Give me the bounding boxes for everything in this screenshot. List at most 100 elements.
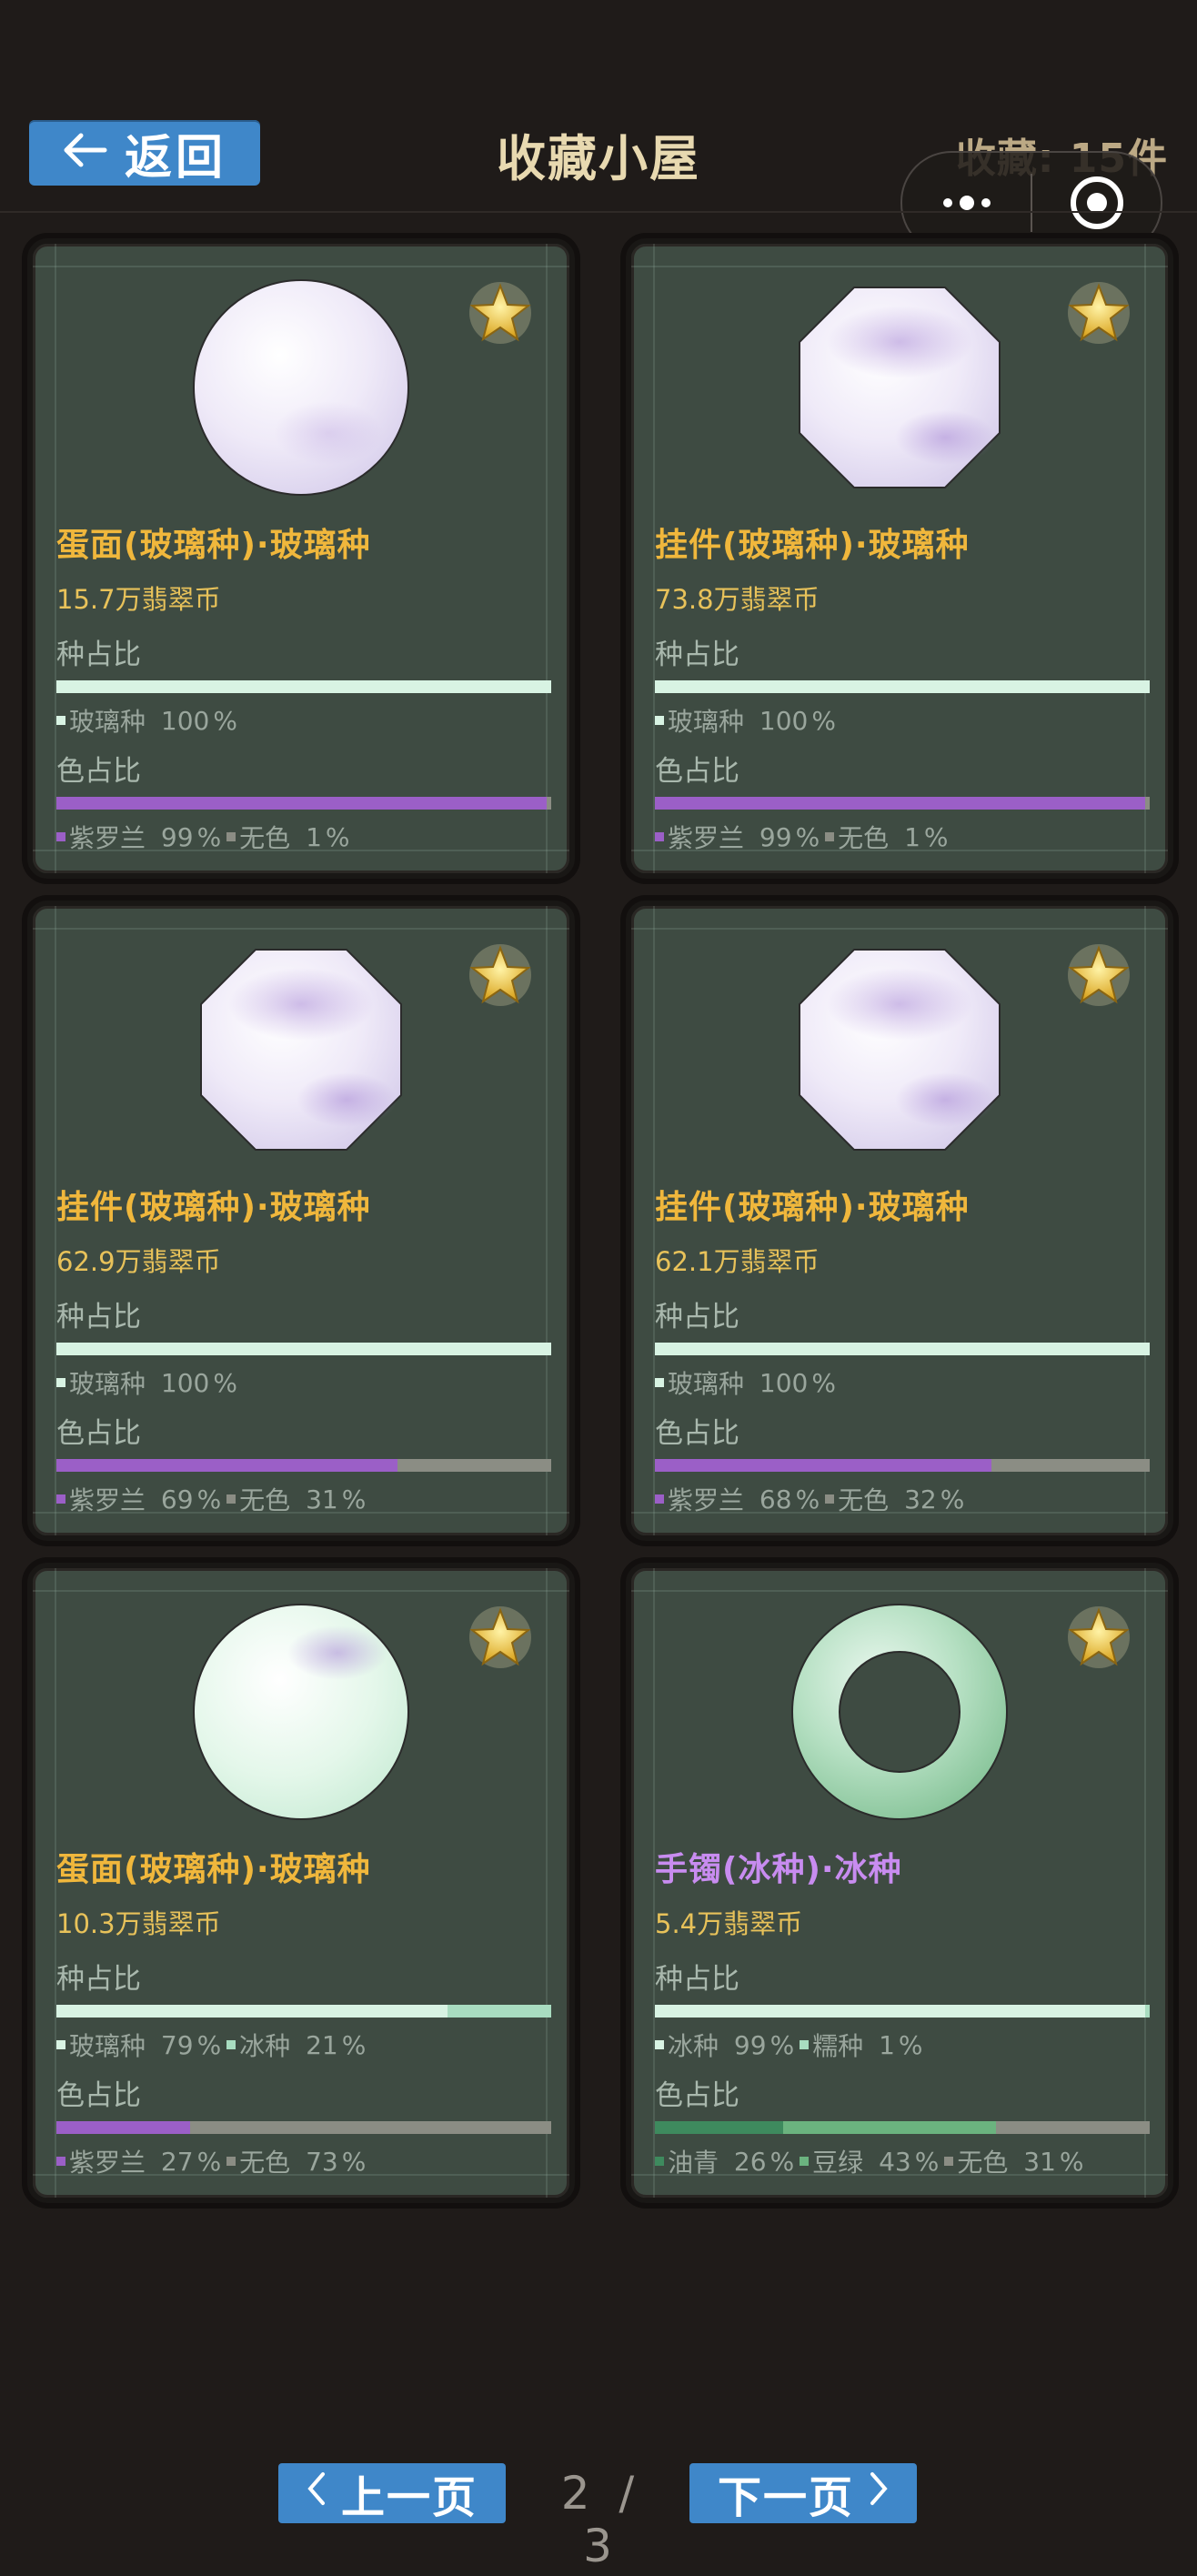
item-price: 15.7万翡翠币 — [56, 584, 221, 615]
seed-legend-item: 玻璃种 100% — [56, 702, 237, 739]
color-bar-segment — [783, 2121, 997, 2134]
seed-ratio-bar — [655, 1343, 1150, 1355]
color-ratio-label: 色占比 — [56, 1417, 141, 1450]
card-guide-line — [33, 928, 569, 930]
seed-bar-segment — [56, 1343, 551, 1355]
color-bar-segment — [56, 2121, 190, 2134]
legend-swatch — [825, 1494, 835, 1504]
color-legend-item: 油青 26% — [655, 2143, 794, 2179]
seed-ratio-bar — [655, 680, 1150, 693]
item-name: 挂件(玻璃种)·玻璃种 — [56, 1189, 371, 1226]
color-legend-label: 无色 — [838, 1485, 890, 1515]
color-legend-pct: 73 — [306, 2146, 338, 2177]
star-icon[interactable] — [468, 1605, 533, 1670]
color-legend-label: 紫罗兰 — [69, 2148, 146, 2178]
seed-legend: 玻璃种 100% — [655, 1364, 836, 1401]
collection-card[interactable]: 蛋面(玻璃种)·玻璃种 15.7万翡翠币 种占比 玻璃种 100% 色占比 紫罗兰 99%… — [27, 238, 575, 879]
seed-ratio-label: 种占比 — [655, 639, 739, 671]
color-legend-label: 无色 — [239, 1485, 291, 1515]
collection-card[interactable]: 挂件(玻璃种)·玻璃种 62.1万翡翠币 种占比 玻璃种 100% 色占比 紫罗兰 68%… — [626, 901, 1173, 1541]
color-legend-pct: 26 — [733, 2146, 767, 2177]
seed-bar-segment — [655, 1343, 1150, 1355]
color-bar-segment — [996, 2121, 1150, 2134]
seed-bar-segment — [56, 2005, 448, 2018]
star-icon[interactable] — [468, 942, 533, 1008]
color-legend-item: 紫罗兰 99% — [56, 819, 221, 855]
seed-legend-pct: 100 — [759, 1367, 809, 1398]
color-ratio-bar — [56, 797, 551, 810]
color-legend-item: 无色 73% — [226, 2143, 366, 2179]
color-legend-item: 无色 32% — [825, 1481, 964, 1517]
star-icon[interactable] — [1066, 1605, 1132, 1670]
seed-legend-item: 糯种 1% — [800, 2027, 923, 2063]
legend-swatch — [56, 2157, 65, 2166]
seed-legend-pct: 100 — [160, 1367, 210, 1398]
legend-swatch — [226, 2040, 236, 2049]
color-legend-pct: 99 — [759, 821, 792, 852]
star-icon[interactable] — [1066, 280, 1132, 346]
seed-legend-label: 玻璃种 — [668, 1369, 745, 1399]
color-bar-segment — [655, 797, 1145, 810]
legend-swatch — [655, 1378, 664, 1387]
collection-card[interactable]: 挂件(玻璃种)·玻璃种 62.9万翡翠币 种占比玻璃种 100% 色占比紫罗兰 69%… — [27, 901, 575, 1541]
header-bar: 返回 收藏小屋 收藏: 15件 — [0, 0, 1197, 255]
color-legend: 紫罗兰 69% 无色 31% — [56, 1481, 366, 1517]
seed-bar-segment — [655, 2005, 1145, 2018]
item-name: 挂件(玻璃种)·玻璃种 — [655, 527, 970, 564]
target-circle-icon — [1070, 176, 1123, 229]
color-ratio-bar — [56, 2121, 551, 2134]
card-guide-line — [33, 1590, 569, 1592]
seed-legend-label: 玻璃种 — [69, 2031, 146, 2061]
seed-legend-pct: 1 — [879, 2029, 895, 2060]
prev-page-label: 上一页 — [340, 2472, 478, 2523]
seed-ratio-label: 种占比 — [56, 1301, 141, 1333]
color-legend-pct: 68 — [759, 1484, 792, 1514]
item-price: 62.1万翡翠币 — [655, 1246, 820, 1277]
color-legend-label: 紫罗兰 — [69, 1485, 146, 1515]
star-icon[interactable] — [468, 280, 533, 346]
color-legend-item: 紫罗兰 99% — [655, 819, 820, 855]
seed-legend-pct: 100 — [759, 705, 809, 736]
seed-legend-pct: 21 — [306, 2029, 338, 2060]
seed-legend: 玻璃种 100% — [56, 1364, 237, 1401]
star-icon[interactable] — [1066, 942, 1132, 1008]
prev-page-button[interactable]: 上一页 — [278, 2463, 506, 2523]
color-bar-segment — [189, 2121, 551, 2134]
color-legend-label: 紫罗兰 — [69, 823, 146, 853]
color-legend-label: 紫罗兰 — [668, 823, 745, 853]
color-legend-item: 无色 31% — [226, 1481, 366, 1517]
color-legend-label: 豆绿 — [812, 2148, 864, 2178]
seed-ratio-label: 种占比 — [655, 1963, 739, 1996]
more-dots-icon — [942, 196, 991, 210]
collection-card[interactable]: 挂件(玻璃种)·玻璃种 73.8万翡翠币 种占比 玻璃种 100% 色占比 紫罗兰 99%… — [626, 238, 1173, 879]
seed-legend-pct: 79 — [160, 2029, 194, 2060]
color-legend-pct: 1 — [306, 821, 322, 852]
legend-swatch — [944, 2157, 954, 2166]
item-name: 蛋面(玻璃种)·玻璃种 — [56, 1851, 371, 1888]
page-indicator: 2 / 3 — [533, 2467, 669, 2572]
card-guide-line — [1144, 906, 1146, 1535]
legend-swatch — [226, 2157, 236, 2166]
card-guide-line — [546, 906, 548, 1535]
legend-swatch — [655, 2157, 664, 2166]
color-legend-pct: 31 — [306, 1484, 338, 1514]
color-legend-item: 紫罗兰 68% — [655, 1481, 820, 1517]
color-bar-segment — [655, 1459, 991, 1472]
seed-ratio-bar — [56, 1343, 551, 1355]
legend-swatch — [56, 716, 65, 725]
legend-swatch — [655, 716, 664, 725]
collection-card[interactable]: 蛋面(玻璃种)·玻璃种 10.3万翡翠币 种占比 玻璃种 79% 冰种 21% 色占比 紫罗… — [27, 1563, 575, 2203]
chevron-left-icon — [307, 2470, 327, 2517]
next-page-button[interactable]: 下一页 — [689, 2463, 917, 2523]
item-price: 62.9万翡翠币 — [56, 1246, 221, 1277]
color-ratio-bar — [655, 1459, 1150, 1472]
color-legend-pct: 32 — [904, 1484, 937, 1514]
seed-legend: 玻璃种 100% — [655, 702, 836, 739]
seed-legend-item: 玻璃种 100% — [655, 702, 836, 739]
jade-item-image — [193, 279, 409, 496]
seed-legend-item: 冰种 21% — [226, 2027, 366, 2063]
item-price: 5.4万翡翠币 — [655, 1908, 803, 1939]
color-ratio-bar — [56, 1459, 551, 1472]
card-guide-line — [631, 928, 1168, 930]
collection-card[interactable]: 手镯(冰种)·冰种 5.4万翡翠币 种占比 冰种 99% 糯种 1% 色占比 油青 26% 豆… — [626, 1563, 1173, 2203]
